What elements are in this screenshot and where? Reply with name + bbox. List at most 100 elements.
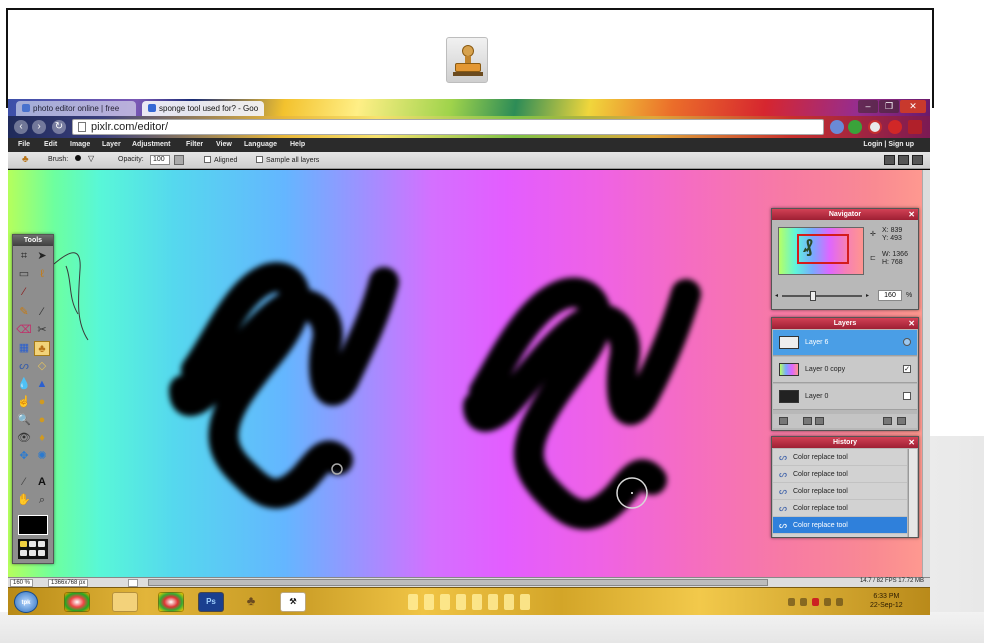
menu-image[interactable]: Image bbox=[70, 141, 90, 148]
layer-mask-button[interactable] bbox=[803, 417, 812, 425]
extension-icon[interactable] bbox=[888, 120, 902, 134]
bookmark-star-icon[interactable] bbox=[830, 120, 844, 134]
palette-swatch[interactable] bbox=[38, 550, 45, 556]
zoom-status[interactable]: 160 % bbox=[10, 579, 34, 587]
horizontal-scrollbar[interactable] bbox=[148, 579, 768, 586]
zoom-field[interactable]: 160 bbox=[878, 290, 902, 301]
minimize-button[interactable]: – bbox=[858, 100, 878, 113]
app-close-button[interactable] bbox=[912, 155, 923, 165]
dodge-tool-icon[interactable]: ● bbox=[34, 413, 50, 428]
color-picker-tool-icon[interactable]: ⁄ bbox=[16, 475, 32, 490]
pencil-tool-icon[interactable]: ✎ bbox=[16, 305, 32, 320]
wrench-menu-icon[interactable] bbox=[908, 120, 922, 134]
history-item[interactable]: ᔕ Color replace tool bbox=[773, 500, 907, 517]
history-scrollbar[interactable] bbox=[908, 449, 917, 537]
new-layer-button[interactable] bbox=[883, 417, 892, 425]
scissors-tool-icon[interactable]: ✂ bbox=[34, 323, 50, 338]
app-maximize-button[interactable] bbox=[898, 155, 909, 165]
back-arrow-icon[interactable]: ‹ bbox=[14, 120, 28, 134]
layer-row[interactable]: Layer 0 copy ✓ bbox=[773, 357, 917, 383]
zoom-slider-track[interactable] bbox=[782, 295, 862, 297]
layer-visibility-checkbox[interactable] bbox=[903, 392, 911, 400]
history-item[interactable]: ᔕ Color replace tool bbox=[773, 466, 907, 483]
sample-all-layers-checkbox[interactable]: Sample all layers bbox=[256, 156, 319, 164]
menu-help[interactable]: Help bbox=[290, 141, 305, 148]
menu-filter[interactable]: Filter bbox=[186, 141, 203, 148]
extension-icon[interactable] bbox=[868, 120, 882, 134]
drawing-tool-icon[interactable]: ◇ bbox=[34, 359, 50, 374]
wand-tool-icon[interactable]: ⁄ bbox=[16, 285, 32, 300]
zoom-tool-icon[interactable]: ⌕ bbox=[34, 493, 50, 508]
brush-dot-icon[interactable] bbox=[72, 155, 81, 163]
menu-file[interactable]: File bbox=[18, 141, 30, 148]
photoshop-app-icon[interactable]: Ps bbox=[198, 592, 224, 612]
layer-style-button[interactable] bbox=[815, 417, 824, 425]
chrome-app-icon[interactable] bbox=[158, 592, 184, 612]
smudge-tool-icon[interactable]: ☝ bbox=[16, 395, 32, 410]
zoom-tool-icon[interactable]: 🔍 bbox=[16, 413, 32, 428]
close-window-button[interactable]: ✕ bbox=[900, 100, 926, 113]
zoom-slider-knob[interactable] bbox=[810, 291, 816, 301]
sharpen-tool-icon[interactable]: ▲ bbox=[34, 377, 50, 392]
palette-swatch[interactable] bbox=[38, 541, 45, 547]
menu-edit[interactable]: Edit bbox=[44, 141, 57, 148]
lasso-tool-icon[interactable]: ℓ bbox=[34, 267, 50, 282]
menu-layer[interactable]: Layer bbox=[102, 141, 121, 148]
bloat-tool-icon[interactable]: ✺ bbox=[34, 449, 50, 464]
close-icon[interactable]: ✕ bbox=[908, 318, 915, 329]
security-icon[interactable] bbox=[812, 598, 819, 606]
layer-row[interactable]: Layer 0 bbox=[773, 384, 917, 410]
palette-swatch[interactable] bbox=[20, 541, 27, 547]
history-item-selected[interactable]: ᔕ Color replace tool bbox=[773, 517, 907, 534]
stamp-app-icon[interactable]: ♣ bbox=[238, 592, 264, 612]
hand-tool-icon[interactable]: ✋ bbox=[16, 493, 32, 508]
color-palette-grid[interactable] bbox=[18, 539, 48, 559]
menu-adjustment[interactable]: Adjustment bbox=[132, 141, 171, 148]
text-tool-icon[interactable]: A bbox=[34, 475, 50, 490]
network-icon[interactable] bbox=[800, 598, 807, 606]
status-arrow-icon[interactable] bbox=[128, 579, 138, 587]
navigator-preview[interactable]: ₰ bbox=[778, 227, 864, 275]
layer-visibility-checkbox[interactable]: ✓ bbox=[903, 365, 911, 373]
history-item[interactable]: ᔕ Color replace tool bbox=[773, 449, 907, 466]
battery-icon[interactable] bbox=[824, 598, 831, 606]
clone-stamp-tool-icon[interactable]: ♣ bbox=[34, 341, 50, 356]
close-icon[interactable]: ✕ bbox=[908, 437, 915, 448]
clock[interactable]: 6:33 PM 22-Sep-12 bbox=[870, 592, 903, 610]
move-tool-icon[interactable]: ➤ bbox=[34, 249, 50, 264]
layer-row[interactable]: Layer 6 bbox=[773, 330, 917, 356]
zoom-in-icon[interactable]: ▸ bbox=[866, 292, 869, 300]
extension-icon[interactable] bbox=[848, 120, 862, 134]
reload-icon[interactable]: ↻ bbox=[52, 120, 66, 134]
color-replace-tool-icon[interactable]: ᔕ bbox=[16, 359, 32, 374]
explorer-app-icon[interactable] bbox=[112, 592, 138, 612]
login-link[interactable]: Login bbox=[863, 141, 882, 148]
palette-swatch[interactable] bbox=[29, 541, 36, 547]
tool-app-icon[interactable]: ⚒ bbox=[280, 592, 306, 612]
bucket-tool-icon[interactable]: ♦ bbox=[34, 431, 50, 446]
menu-view[interactable]: View bbox=[216, 141, 232, 148]
aligned-checkbox[interactable]: Aligned bbox=[204, 156, 237, 164]
palette-swatch[interactable] bbox=[29, 550, 36, 556]
opacity-dropdown-button[interactable] bbox=[174, 155, 184, 165]
opacity-field[interactable]: 100 bbox=[150, 154, 170, 165]
start-button[interactable]: tpk bbox=[14, 591, 38, 613]
close-icon[interactable]: ✕ bbox=[908, 209, 915, 220]
browser-tab-active[interactable]: sponge tool used for? - Goo bbox=[142, 101, 264, 116]
sponge-tool-icon[interactable]: ● bbox=[34, 395, 50, 410]
layer-lock-icon[interactable] bbox=[903, 338, 911, 346]
address-bar[interactable]: pixlr.com/editor/ bbox=[72, 119, 824, 135]
marquee-tool-icon[interactable]: ▭ bbox=[16, 267, 32, 282]
browser-tab[interactable]: photo editor online | free bbox=[16, 101, 136, 116]
volume-icon[interactable] bbox=[836, 598, 843, 606]
zoom-out-icon[interactable]: ◂ bbox=[775, 292, 778, 300]
signup-link[interactable]: Sign up bbox=[888, 141, 914, 148]
crop-tool-icon[interactable]: ⌗ bbox=[16, 249, 32, 264]
brush-tool-icon[interactable]: ∕ bbox=[34, 305, 50, 320]
chrome-app-icon[interactable] bbox=[64, 592, 90, 612]
palette-swatch[interactable] bbox=[20, 550, 27, 556]
layer-settings-button[interactable] bbox=[779, 417, 788, 425]
forward-arrow-icon[interactable]: › bbox=[32, 120, 46, 134]
foreground-color-swatch[interactable] bbox=[18, 515, 48, 535]
vertical-scrollbar[interactable] bbox=[922, 170, 930, 577]
